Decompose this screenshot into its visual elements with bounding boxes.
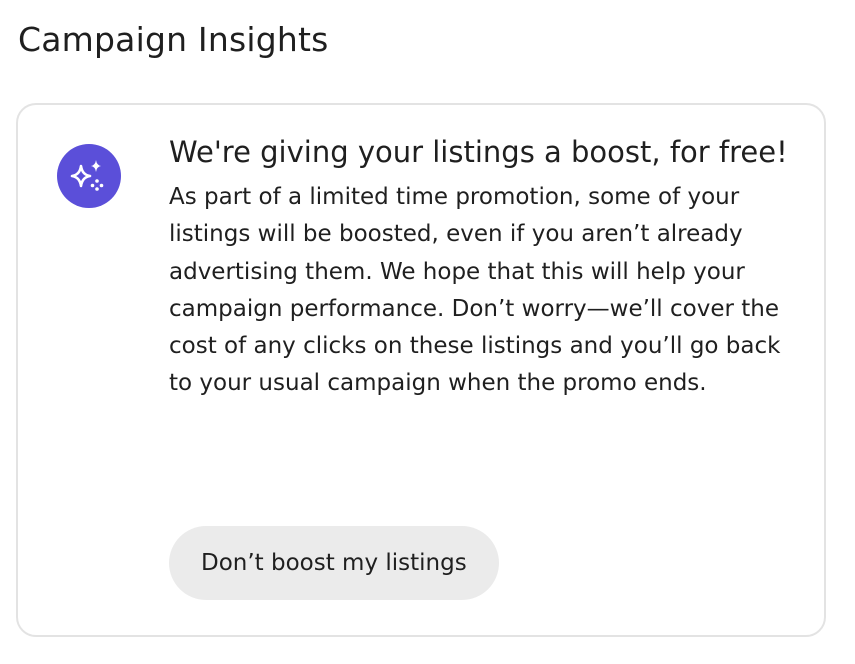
card-description: As part of a limited time promotion, som… (169, 184, 781, 397)
sparkles-icon (69, 156, 109, 196)
boost-promotion-card: We're giving your listings a boost, for … (16, 103, 826, 637)
campaign-insights-page: Campaign Insights We're giving your list… (0, 0, 855, 664)
card-content: We're giving your listings a boost, for … (169, 133, 819, 403)
page-title: Campaign Insights (18, 20, 329, 59)
dont-boost-button[interactable]: Don’t boost my listings (169, 526, 499, 600)
promo-badge (57, 144, 121, 208)
card-headline: We're giving your listings a boost, for … (169, 135, 788, 169)
